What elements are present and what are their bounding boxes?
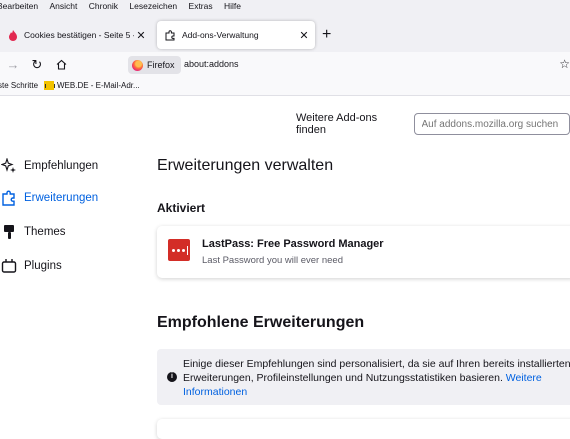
- brush-icon: [0, 223, 18, 241]
- category-label: Plugins: [24, 260, 62, 272]
- category-themes[interactable]: Themes: [0, 220, 66, 244]
- url-text[interactable]: about:addons: [184, 59, 239, 69]
- addon-card[interactable]: LastPass: Free Password Manager Last Pas…: [157, 226, 570, 278]
- red-flame-icon: [8, 30, 18, 41]
- notice-text: Einige dieser Empfehlungen sind personal…: [183, 357, 570, 399]
- search-label: Weitere Add-ons finden: [296, 112, 408, 136]
- recommended-heading: Empfohlene Erweiterungen: [157, 314, 364, 332]
- bookmark-item[interactable]: WEB.DE - E-Mail-Adr...: [44, 81, 140, 90]
- tab-title: Cookies bestätigen - Seite 5 - Probl: [24, 30, 134, 40]
- plugin-icon: [0, 257, 18, 275]
- search-input[interactable]: [414, 113, 570, 135]
- recommended-addon-card[interactable]: [157, 419, 570, 439]
- menu-hilfe[interactable]: Hilfe: [224, 0, 241, 12]
- category-label: Themes: [24, 226, 66, 238]
- menu-bar: Bearbeiten Ansicht Chronik Lesezeichen E…: [0, 0, 570, 14]
- browser-chrome: Bearbeiten Ansicht Chronik Lesezeichen E…: [0, 0, 570, 96]
- reload-icon[interactable]: ↻: [27, 55, 47, 75]
- tab-bar: Cookies bestätigen - Seite 5 - Probl ✕ A…: [0, 14, 570, 52]
- webde-logo-icon: [44, 81, 54, 90]
- close-tab-icon[interactable]: ✕: [297, 29, 311, 42]
- addons-page: Weitere Add-ons finden Empfehlungen Erwe…: [0, 97, 570, 429]
- menu-lesezeichen[interactable]: Lesezeichen: [129, 0, 177, 12]
- addon-description: Last Password you will ever need: [202, 255, 343, 266]
- bookmarks-bar: ste Schritte WEB.DE - E-Mail-Adr...: [0, 78, 570, 96]
- page-title: Erweiterungen verwalten: [157, 157, 333, 175]
- menu-ansicht[interactable]: Ansicht: [50, 0, 78, 12]
- category-recommendations[interactable]: Empfehlungen: [0, 154, 98, 178]
- addon-search: Weitere Add-ons finden: [296, 112, 570, 136]
- addon-name[interactable]: LastPass: Free Password Manager: [202, 238, 384, 250]
- category-label: Empfehlungen: [24, 160, 98, 172]
- enabled-section-heading: Aktiviert: [157, 201, 205, 215]
- menu-extras[interactable]: Extras: [189, 0, 213, 12]
- menu-chronik[interactable]: Chronik: [89, 0, 118, 12]
- identity-box[interactable]: Firefox: [128, 56, 181, 74]
- menu-bearbeiten[interactable]: Bearbeiten: [0, 0, 38, 12]
- url-bar[interactable]: Firefox about:addons ☆: [124, 54, 570, 76]
- new-tab-icon[interactable]: +: [322, 26, 331, 44]
- puzzle-icon: [165, 30, 176, 41]
- sparkle-icon: [0, 157, 18, 175]
- info-icon: i: [167, 372, 177, 382]
- identity-label: Firefox: [147, 60, 175, 70]
- home-icon[interactable]: [51, 55, 71, 75]
- forward-arrow-icon[interactable]: →: [3, 55, 23, 75]
- navigation-bar: → ↻ Firefox about:addons ☆: [0, 52, 570, 78]
- category-label: Erweiterungen: [24, 192, 98, 204]
- firefox-logo-icon: [132, 60, 143, 71]
- bookmark-star-icon[interactable]: ☆: [559, 57, 570, 71]
- tab-addons[interactable]: Add-ons-Verwaltung ✕: [157, 21, 315, 49]
- category-extensions[interactable]: Erweiterungen: [0, 186, 98, 210]
- close-tab-icon[interactable]: ✕: [134, 29, 148, 42]
- bookmark-label: WEB.DE - E-Mail-Adr...: [57, 81, 140, 90]
- tab-cookies[interactable]: Cookies bestätigen - Seite 5 - Probl ✕: [0, 21, 152, 49]
- bookmark-label: ste Schritte: [0, 81, 38, 90]
- personalization-notice: i Einige dieser Empfehlungen sind person…: [157, 349, 570, 405]
- category-plugins[interactable]: Plugins: [0, 254, 62, 278]
- puzzle-icon: [0, 189, 18, 207]
- tab-title: Add-ons-Verwaltung: [182, 30, 297, 40]
- bookmark-item[interactable]: ste Schritte: [0, 81, 38, 90]
- lastpass-icon: [168, 239, 190, 261]
